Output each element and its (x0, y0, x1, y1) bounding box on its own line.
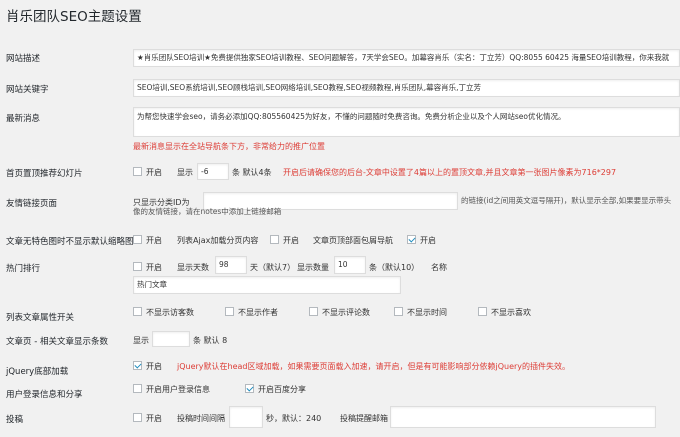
related-count-input[interactable] (152, 331, 190, 347)
list-attr-checkbox[interactable] (133, 307, 142, 316)
crumb-checkbox[interactable] (407, 235, 416, 244)
login-checkbox[interactable] (133, 384, 142, 393)
hot-num-label: 显示数量 (297, 263, 329, 272)
friend-links-desc: 的链接(id之间用英文逗号隔开)，默认显示全部,如果要显示带头像的友情链接，请在… (133, 196, 672, 216)
slider-count-unit: 条 默认4条 (232, 168, 272, 177)
related-label: 文章页 - 相关文章显示条数 (6, 337, 108, 347)
site-desc-input[interactable]: ★肖乐团队SEO培训★免费提供独家SEO培训教程、SEO问题解答，7天学会SEO… (133, 49, 680, 67)
hot-num-unit: 条（默认10） (369, 263, 420, 272)
slider-label: 首页置顶推荐幻灯片 (6, 169, 83, 179)
hot-ranking-label: 热门排行 (6, 264, 41, 274)
submission-enable-text: 开启 (146, 414, 162, 423)
jquery-note: jQuery默认在head区域加载，如果需要页面载入加速，请开启，但是有可能影响… (177, 362, 571, 371)
submission-label: 投稿 (6, 415, 24, 425)
hot-num-input[interactable]: 10 (334, 256, 366, 274)
hot-days-label: 显示天数 (177, 263, 209, 272)
email-input[interactable] (390, 406, 656, 428)
latest-news-label: 最新消息 (6, 114, 41, 124)
hot-days-unit: 天（默认7） (250, 263, 296, 272)
ajax-label: 列表Ajax加载分页内容 (177, 236, 259, 245)
site-desc-label: 网站描述 (6, 54, 41, 64)
share-enable-text: 开启百度分享 (258, 385, 306, 394)
hot-days-input[interactable]: 98 (215, 256, 247, 274)
list-attr-checkbox[interactable] (394, 307, 403, 316)
site-keywords-label: 网站关键字 (6, 85, 49, 95)
list-attrs-label: 列表文章属性开关 (6, 313, 75, 323)
slider-enable-checkbox[interactable] (133, 167, 142, 176)
ajax-checkbox[interactable] (270, 235, 279, 244)
list-attr-text: 不显示喜欢 (491, 308, 531, 317)
site-keywords-input[interactable]: SEO培训,SEO系统培训,SEO顾栈培训,SEO网络培训,SEO教程,SEO视… (133, 79, 680, 97)
crumb-label: 文章页顶部面包屑导航 (313, 236, 393, 245)
slider-count-input[interactable]: -6 (197, 163, 229, 180)
interval-label: 投稿时间间隔 (177, 414, 225, 423)
jquery-checkbox[interactable] (133, 361, 142, 370)
hot-ranking-checkbox[interactable] (133, 262, 142, 271)
no-thumb-enable-text: 开启 (146, 236, 162, 245)
no-thumb-checkbox[interactable] (133, 235, 142, 244)
list-attr-checkbox[interactable] (478, 307, 487, 316)
jquery-label: jQuery底部加载 (6, 367, 69, 377)
list-attr-text: 不显示访客数 (146, 308, 194, 317)
crumb-enable-text: 开启 (420, 236, 436, 245)
page-title: 肖乐团队SEO主题设置 (6, 9, 142, 25)
hot-name-input[interactable]: 热门文章 (133, 276, 401, 294)
interval-input[interactable] (229, 406, 263, 428)
latest-news-hint: 最新消息显示在全站导航条下方，非常给力的推广位置 (133, 142, 325, 151)
slider-show-text: 显示 (177, 168, 193, 177)
hot-ranking-enable-text: 开启 (146, 263, 162, 272)
slider-enable-text: 开启 (146, 168, 162, 177)
login-enable-text: 开启用户登录信息 (146, 385, 210, 394)
jquery-enable-text: 开启 (146, 362, 162, 371)
related-unit: 条 默认 8 (193, 336, 228, 345)
email-label: 投稿提醒邮箱 (340, 414, 388, 423)
list-attr-text: 不显示作者 (238, 308, 278, 317)
friend-links-label: 友情链接页面 (6, 199, 58, 209)
interval-unit: 秒，默认：240 (266, 414, 322, 423)
list-attr-text: 不显示时间 (407, 308, 447, 317)
list-attr-text: 不显示评论数 (322, 308, 370, 317)
hot-name-label: 名称 (431, 263, 447, 272)
latest-news-textarea[interactable]: 为帮您快速学会seo，请务必添加QQ:805560425为好友，不懂的问题随时免… (133, 107, 680, 137)
list-attr-checkbox[interactable] (225, 307, 234, 316)
ajax-enable-text: 开启 (283, 236, 299, 245)
user-login-label: 用户登录信息和分享 (6, 390, 83, 400)
related-show-text: 显示 (133, 336, 149, 345)
share-checkbox[interactable] (245, 384, 254, 393)
list-attr-checkbox[interactable] (309, 307, 318, 316)
no-thumb-label: 文章无特色图时不显示默认缩略图 (6, 237, 134, 247)
slider-note: 开启后请确保您的后台-文章中设置了4篇以上的置顶文章,并且文章第一张图片像素为7… (283, 168, 617, 177)
submission-checkbox[interactable] (133, 413, 142, 422)
